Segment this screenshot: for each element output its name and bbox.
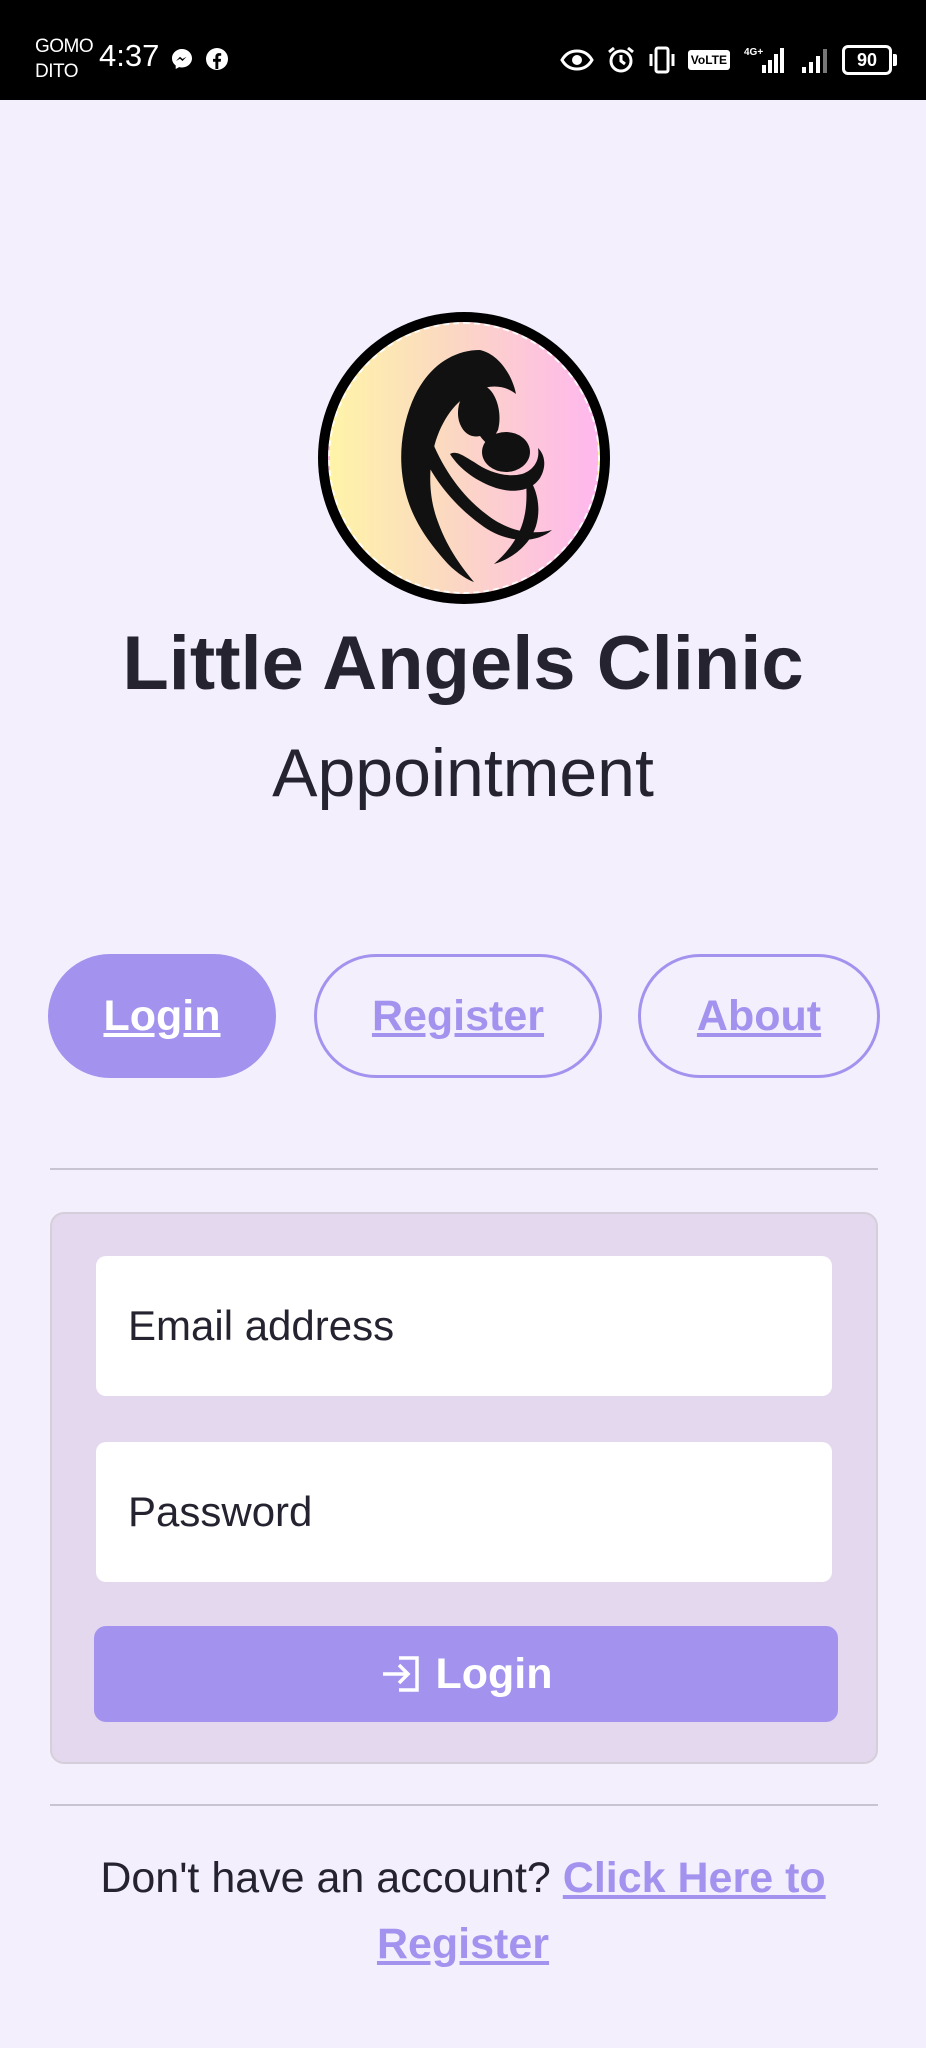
divider-top <box>50 1168 878 1170</box>
network-type-label: 4G+ <box>744 47 763 58</box>
volte-icon: VoLTE <box>687 50 730 70</box>
eye-icon <box>560 49 594 71</box>
status-time: 4:37 <box>99 38 160 73</box>
clinic-logo <box>318 312 610 604</box>
login-arrow-icon <box>383 1656 420 1692</box>
logo-gradient-circle <box>328 322 600 594</box>
carrier-line-2: DITO <box>35 61 79 82</box>
carrier-line-1: GOMO <box>35 36 94 57</box>
tab-about[interactable]: About <box>638 954 880 1078</box>
facebook-icon <box>206 48 228 70</box>
tab-register[interactable]: Register <box>314 954 602 1078</box>
tab-login[interactable]: Login <box>48 954 276 1078</box>
email-field[interactable] <box>96 1256 832 1396</box>
password-field[interactable] <box>96 1442 832 1582</box>
signal-icon <box>802 49 827 73</box>
register-prompt: Don't have an account? Click Here to Reg… <box>60 1845 866 1977</box>
status-icons: VoLTE 4G+ 90 <box>560 40 897 80</box>
divider-bottom <box>50 1804 878 1806</box>
login-button-label: Login <box>435 1649 553 1698</box>
login-button[interactable]: Login <box>94 1626 838 1722</box>
page-title: Little Angels Clinic <box>122 621 804 706</box>
login-form-card: Login <box>50 1212 878 1764</box>
battery-icon: 90 <box>842 45 897 75</box>
carrier-label: GOMO DITO <box>35 34 105 84</box>
vibrate-icon <box>649 46 675 74</box>
alarm-icon <box>607 46 634 73</box>
status-bar: GOMO DITO 4:37 VoLTE 4G+ 90 <box>0 0 926 100</box>
register-prompt-text: Don't have an account? <box>100 1854 551 1902</box>
messenger-icon <box>172 49 192 69</box>
page-subtitle: Appointment <box>272 735 654 811</box>
signal-icon: 4G+ <box>744 47 784 73</box>
mother-and-baby-icon <box>401 350 552 582</box>
